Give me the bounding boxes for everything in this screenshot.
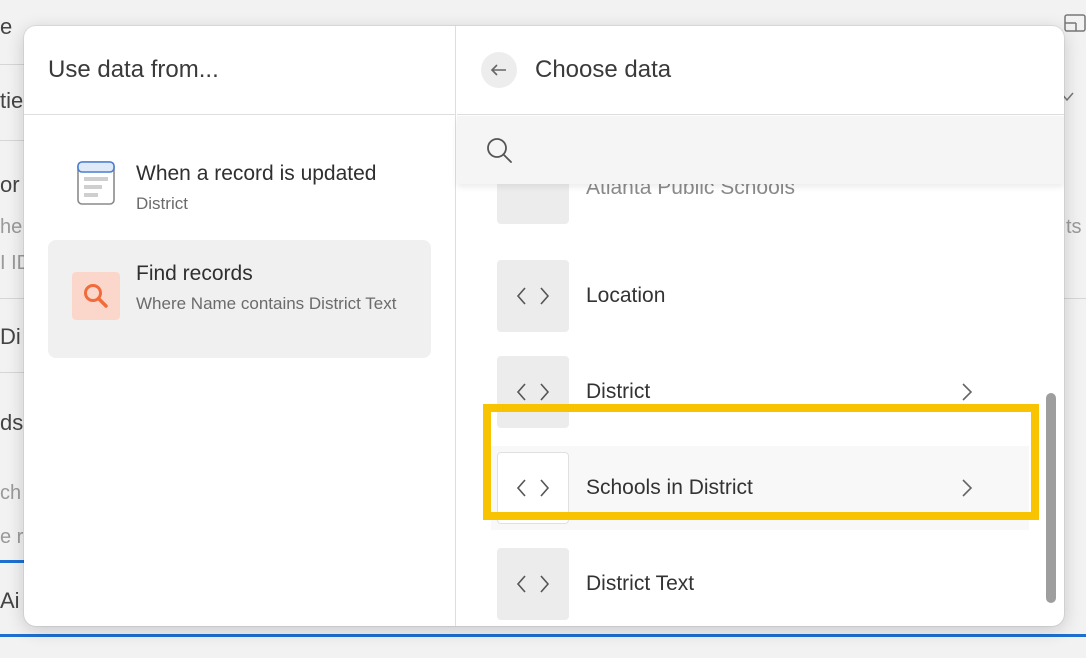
background-text: e [0, 14, 13, 39]
code-brackets-icon [497, 548, 569, 620]
search-bar [457, 116, 1064, 184]
source-item-title: When a record is updated [136, 162, 377, 185]
background-text: Ai [0, 588, 20, 613]
field-item-atlanta-public-schools[interactable]: Atlanta Public Schools [497, 184, 1027, 224]
background-text: he [0, 216, 23, 238]
data-source-pane: Use data from... When a record is update… [24, 26, 456, 626]
background-text: ts [1066, 216, 1082, 238]
choose-data-title: Choose data [535, 56, 672, 83]
search-icon [72, 272, 120, 320]
code-brackets-icon [497, 356, 569, 428]
chevron-right-icon [962, 479, 973, 497]
back-button[interactable] [481, 52, 517, 88]
field-list: Atlanta Public Schools Location District [457, 184, 1064, 626]
divider [0, 140, 24, 141]
field-label: Location [586, 284, 666, 307]
code-brackets-icon [497, 184, 569, 224]
background-text: tie [0, 88, 24, 113]
field-label: Atlanta Public Schools [586, 184, 795, 199]
background-text: Di [0, 324, 21, 349]
selection-accent [0, 560, 24, 563]
source-item-text: Find records Where Name contains Distric… [136, 260, 416, 317]
divider [1064, 298, 1086, 299]
record-form-icon [72, 159, 120, 207]
choose-data-header: Choose data [457, 26, 1064, 115]
source-item-find-records[interactable]: Find records Where Name contains Distric… [48, 240, 431, 358]
field-label: Schools in District [586, 476, 753, 499]
field-item-district-text[interactable]: District Text [497, 548, 1027, 620]
divider [0, 64, 24, 65]
choose-data-pane: Choose data Atlanta Public Schools Locat… [457, 26, 1064, 626]
arrow-left-icon [490, 64, 506, 76]
background-text: ds [0, 410, 24, 435]
data-source-header: Use data from... [24, 26, 455, 115]
source-item-record-updated[interactable]: When a record is updated District [48, 156, 431, 218]
source-item-text: When a record is updated District [136, 160, 416, 217]
source-item-subtitle: District [136, 194, 188, 213]
selection-accent [0, 634, 1086, 637]
scrollbar[interactable] [1046, 393, 1056, 603]
background-text: ch [0, 482, 22, 504]
chevron-right-icon [962, 383, 973, 401]
background-text: e r [0, 526, 24, 548]
divider [0, 298, 24, 299]
code-brackets-icon [497, 260, 569, 332]
source-item-title: Find records [136, 262, 253, 285]
code-brackets-icon [497, 452, 569, 524]
field-label: District Text [586, 572, 695, 595]
field-item-location[interactable]: Location [497, 260, 1027, 332]
search-icon [487, 138, 512, 163]
field-item-district[interactable]: District [497, 356, 1027, 428]
field-item-schools-in-district[interactable]: Schools in District [491, 446, 1029, 530]
field-label: District [586, 380, 651, 403]
source-item-subtitle: Where Name contains District Text [136, 294, 397, 313]
panel-layout-icon[interactable] [1064, 12, 1086, 34]
search-input[interactable] [527, 138, 1047, 162]
background-text: or [0, 172, 20, 197]
selected-row-background [491, 446, 1029, 530]
data-picker-popup: Use data from... When a record is update… [24, 26, 1064, 626]
divider [0, 372, 24, 373]
